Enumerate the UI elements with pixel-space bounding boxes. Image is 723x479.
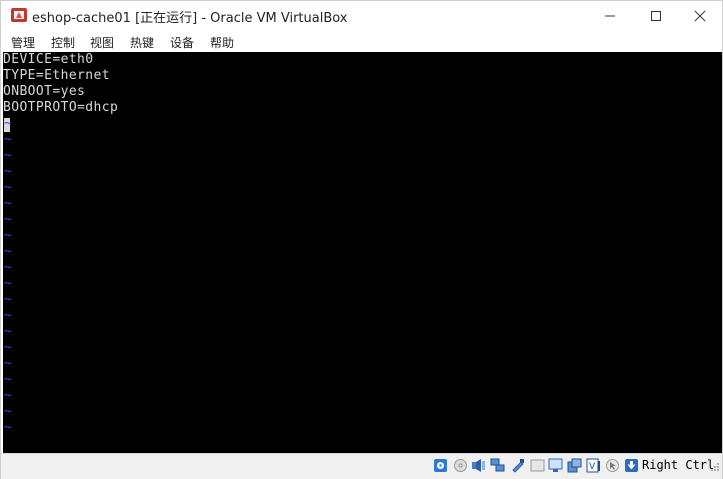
shared-folders-icon[interactable] <box>530 458 545 473</box>
empty-line-marker: ~ <box>4 356 12 371</box>
empty-line-marker: ~ <box>4 260 12 275</box>
svg-text:V: V <box>589 462 596 472</box>
display-icon[interactable] <box>548 458 563 473</box>
empty-line-marker: ~ <box>4 164 12 179</box>
menu-control[interactable]: 控制 <box>51 34 75 51</box>
empty-line-marker: ~ <box>4 420 12 435</box>
menu-manage[interactable]: 管理 <box>11 34 35 51</box>
empty-line-marker: ~ <box>4 308 12 323</box>
empty-line-marker: ~ <box>4 196 12 211</box>
window-title: eshop-cache01 [正在运行] - Oracle VM Virtual… <box>32 11 348 26</box>
empty-line-marker: ~ <box>4 148 12 163</box>
menu-hotkeys[interactable]: 热键 <box>130 34 154 51</box>
console-line: TYPE=Ethernet <box>3 68 110 83</box>
keyboard-icon[interactable] <box>624 458 639 473</box>
status-bar: V Right Ctrl <box>1 453 722 479</box>
virtualbox-window: eshop-cache01 [正在运行] - Oracle VM Virtual… <box>0 0 723 479</box>
empty-line-marker: ~ <box>4 116 12 131</box>
empty-line-marker: ~ <box>4 372 12 387</box>
host-key-label: Right Ctrl <box>642 458 715 472</box>
close-icon <box>694 10 706 21</box>
title-bar[interactable]: eshop-cache01 [正在运行] - Oracle VM Virtual… <box>1 1 722 30</box>
optical-drive-icon[interactable] <box>453 458 468 473</box>
audio-icon[interactable] <box>471 458 486 473</box>
empty-line-marker: ~ <box>4 244 12 259</box>
hard-disk-icon[interactable] <box>433 458 448 473</box>
maximize-icon <box>651 10 661 21</box>
graphics-icon[interactable]: V <box>586 458 601 473</box>
usb-icon[interactable] <box>510 458 525 473</box>
empty-line-marker: ~ <box>4 292 12 307</box>
minimize-button[interactable] <box>587 1 633 30</box>
menu-view[interactable]: 视图 <box>90 34 114 51</box>
empty-line-marker: ~ <box>4 340 12 355</box>
network-icon[interactable] <box>490 458 505 473</box>
empty-line-marker: ~ <box>4 228 12 243</box>
resize-grip-icon[interactable] <box>710 461 720 473</box>
close-button[interactable] <box>677 1 723 30</box>
menu-bar: 管理 控制 视图 热键 设备 帮助 <box>1 30 722 52</box>
mouse-integration-icon[interactable] <box>605 458 620 473</box>
virtualbox-icon <box>11 8 27 22</box>
empty-line-marker: ~ <box>4 132 12 147</box>
empty-line-marker: ~ <box>4 212 12 227</box>
maximize-button[interactable] <box>633 1 679 30</box>
empty-line-marker: ~ <box>4 404 12 419</box>
minimize-icon <box>605 15 615 16</box>
console-line: ONBOOT=yes <box>3 84 86 99</box>
vm-console-screen[interactable]: DEVICE=eth0 TYPE=Ethernet ONBOOT=yes BOO… <box>3 52 722 453</box>
empty-line-marker: ~ <box>4 180 12 195</box>
menu-devices[interactable]: 设备 <box>170 34 194 51</box>
empty-line-marker: ~ <box>4 324 12 339</box>
console-line: BOOTPROTO=dhcp <box>3 100 119 115</box>
empty-line-marker: ~ <box>4 388 12 403</box>
video-capture-icon[interactable] <box>567 458 582 473</box>
empty-line-marker: ~ <box>4 276 12 291</box>
console-line: DEVICE=eth0 <box>3 52 94 67</box>
menu-help[interactable]: 帮助 <box>210 34 234 51</box>
